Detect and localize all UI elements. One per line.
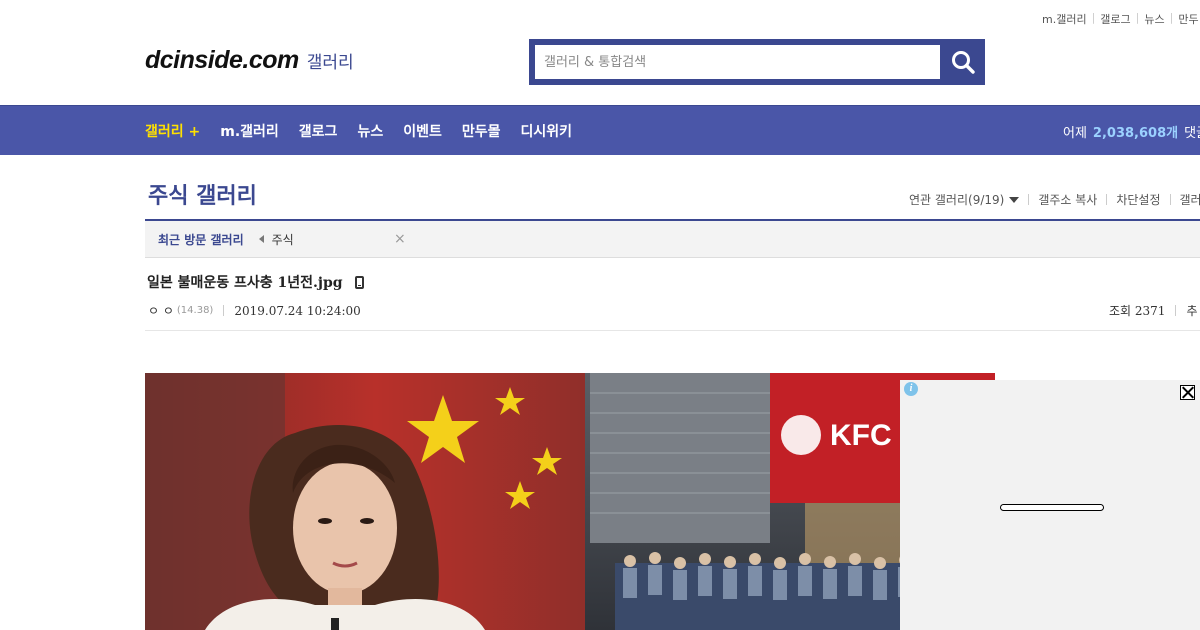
stats-value: 2,038,608개	[1092, 125, 1179, 141]
stats-suffix: 댓글	[1184, 125, 1200, 141]
nav-item-news[interactable]: 뉴스	[357, 121, 383, 141]
mobile-icon	[354, 275, 364, 289]
post-title-row: 일본 불매운동 프사충 1년전.jpg	[147, 272, 364, 292]
post-meta: ㅇ ㅇ (14.38) 2019.07.24 10:24:00	[148, 302, 361, 319]
gallery-more-button[interactable]: 갤러	[1180, 191, 1200, 208]
separator	[223, 305, 225, 316]
logo-brand[interactable]: dcinside.com	[145, 46, 299, 75]
post-ip: (14.38)	[176, 305, 214, 316]
divider	[145, 330, 1200, 331]
recent-gallery-item[interactable]: 주식	[272, 231, 294, 248]
separator: |	[1091, 11, 1096, 24]
gallery-title[interactable]: 주식 갤러리	[148, 178, 257, 210]
post-author[interactable]: ㅇ ㅇ	[148, 302, 174, 319]
recent-galleries: 최근 방문 갤러리 주식 ×	[145, 221, 1200, 258]
nav-item-dcwiki[interactable]: 디시위키	[520, 121, 572, 141]
post-title: 일본 불매운동 프사충 1년전.jpg	[147, 275, 343, 291]
top-link-mandu[interactable]: 만두	[1178, 11, 1198, 27]
close-icon[interactable]: ×	[394, 231, 406, 247]
arrow-left-icon[interactable]	[258, 235, 264, 243]
separator	[1175, 305, 1177, 316]
separator	[1169, 194, 1171, 205]
nav-item-gallery[interactable]: 갤러리 +	[145, 121, 200, 141]
info-icon[interactable]: i	[904, 382, 918, 396]
logo-section[interactable]: 갤러리	[307, 48, 354, 73]
search-icon	[951, 51, 975, 74]
kfc-sign-text: KFC	[830, 419, 892, 452]
top-link-gallog[interactable]: 갤로그	[1100, 11, 1130, 27]
search-input[interactable]	[535, 45, 940, 79]
gallery-tools: 연관 갤러리(9/19) 갤주소 복사 차단설정 갤러	[909, 191, 1200, 208]
top-links: m.갤러리 | 갤로그 | 뉴스 | 만두	[1042, 11, 1199, 27]
news-screenshot-image: KFC	[145, 373, 995, 630]
post-date: 2019.07.24 10:24:00	[234, 303, 361, 318]
recent-galleries-label: 최근 방문 갤러리	[158, 232, 244, 247]
block-settings-button[interactable]: 차단설정	[1116, 191, 1160, 208]
search-box	[529, 39, 985, 85]
post-stats: 조회 2371 추	[1109, 302, 1197, 319]
close-ad-button[interactable]	[1180, 385, 1195, 400]
nav-item-event[interactable]: 이벤트	[403, 121, 442, 141]
post-recommend: 추	[1186, 304, 1198, 318]
top-link-m-gallery[interactable]: m.갤러리	[1042, 11, 1087, 27]
separator	[1106, 194, 1108, 205]
nav-item-gallog[interactable]: 갤로그	[299, 121, 338, 141]
separator: |	[1135, 11, 1140, 24]
separator: |	[1169, 11, 1174, 24]
nav-item-m-gallery[interactable]: m.갤러리	[220, 121, 279, 141]
nav-item-mandu-mall[interactable]: 만두몰	[462, 121, 501, 141]
stats-label: 어제	[1063, 125, 1087, 141]
copy-address-button[interactable]: 갤주소 복사	[1038, 191, 1097, 208]
chevron-down-icon[interactable]	[1009, 197, 1020, 203]
main-nav: 갤러리 + m.갤러리 갤로그 뉴스 이벤트 만두몰 디시위키 어제 2,038…	[0, 105, 1200, 155]
top-link-news[interactable]: 뉴스	[1144, 11, 1164, 27]
nav-items: 갤러리 + m.갤러리 갤로그 뉴스 이벤트 만두몰 디시위키	[145, 106, 592, 156]
search-button[interactable]	[940, 39, 985, 85]
separator	[1028, 194, 1030, 205]
daily-stats: 어제 2,038,608개 댓글	[1063, 106, 1200, 156]
site-logo[interactable]: dcinside.com 갤러리	[145, 46, 354, 75]
related-gallery-button[interactable]: 연관 갤러리(9/19)	[909, 191, 1004, 208]
post-image[interactable]: KFC	[145, 373, 995, 630]
post-views: 조회 2371	[1109, 304, 1166, 318]
loading-bar	[1000, 504, 1104, 511]
ad-overlay[interactable]: i	[900, 380, 1200, 630]
